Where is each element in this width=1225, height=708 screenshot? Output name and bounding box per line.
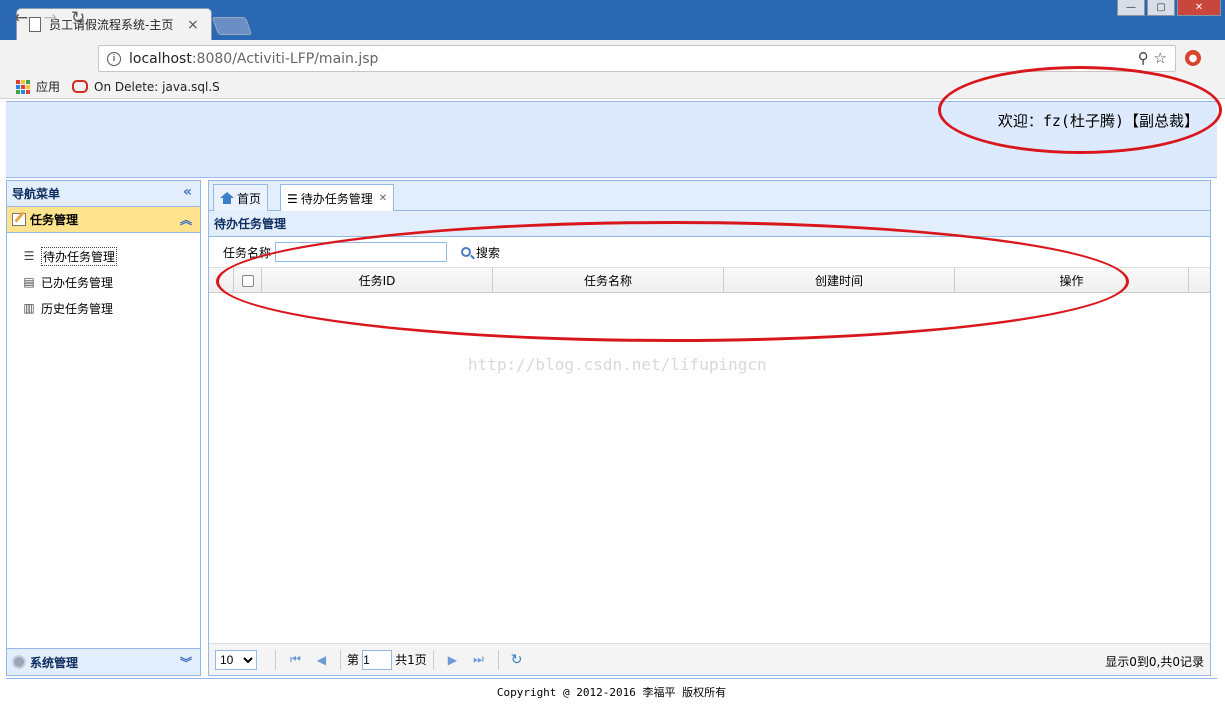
column-header-actions[interactable]: 操作 — [955, 268, 1189, 293]
page-number-input[interactable] — [362, 649, 393, 670]
collapse-left-icon[interactable]: « — [183, 184, 192, 200]
tab-pending-tasks[interactable]: ☰ 待办任务管理 ✕ — [280, 184, 395, 212]
menu-item-history-tasks[interactable]: ▥ 历史任务管理 — [21, 295, 200, 321]
browser-tab-title: 员工请假流程系统-主页 — [49, 18, 174, 32]
divider — [432, 649, 434, 670]
page-prefix: 第 — [347, 653, 360, 667]
url-path: :8080/Activiti-LFP/main.jsp — [191, 50, 379, 67]
history-icon: ▥ — [23, 301, 35, 315]
info-icon[interactable]: i — [107, 51, 121, 66]
tab-close-icon[interactable]: × — [187, 17, 199, 33]
menu-item-pending-tasks[interactable]: ☰ 待办任务管理 — [21, 243, 200, 269]
accordion-title: 系统管理 — [30, 655, 79, 670]
apps-grid-icon[interactable] — [16, 79, 30, 94]
menu-item-label: 待办任务管理 — [41, 246, 118, 266]
tab-label: 首页 — [237, 191, 262, 206]
reload-icon[interactable]: ↻ — [71, 8, 85, 28]
checklist-icon: ☰ — [23, 249, 35, 263]
bookmark-apps[interactable]: 应用 — [36, 78, 60, 95]
select-all-checkbox[interactable] — [241, 274, 254, 287]
watermark: http://blog.csdn.net/lifupingcn — [468, 355, 767, 374]
bookmarks-bar: 应用 On Delete: java.sql.S — [0, 75, 1225, 99]
task-name-input[interactable] — [275, 242, 448, 262]
expand-down-icon[interactable]: ︾ — [180, 654, 192, 671]
gear-icon — [12, 655, 26, 669]
search-toolbar: 任务名称 搜索 — [209, 238, 1210, 266]
browser-titlebar: 员工请假流程系统-主页 × — ▢ ✕ — [0, 0, 1225, 40]
column-header-task-id[interactable]: 任务ID — [262, 268, 493, 293]
main-panel: 首页 ☰ 待办任务管理 ✕ 待办任务管理 任务名称 搜索 任务ID 任务名称 创… — [208, 180, 1211, 676]
nav-panel-title: 导航菜单 — [12, 187, 61, 201]
collapse-up-icon[interactable]: ︽ — [180, 211, 192, 228]
nav-panel-header: 导航菜单 « — [7, 181, 200, 207]
select-all-cell — [234, 268, 262, 293]
tab-home[interactable]: 首页 — [213, 184, 269, 211]
menu-item-label: 已办任务管理 — [41, 275, 114, 290]
home-icon — [220, 192, 234, 204]
address-bar[interactable]: i localhost :8080/Activiti-LFP/main.jsp … — [98, 45, 1176, 72]
document-icon — [29, 17, 41, 32]
accordion-system-management[interactable]: 系统管理 ︾ — [7, 648, 200, 675]
bookmark-on-delete[interactable]: On Delete: java.sql.S — [94, 80, 220, 94]
column-header-created-time[interactable]: 创建时间 — [724, 268, 955, 293]
divider — [275, 649, 276, 670]
url-host: localhost — [129, 50, 192, 67]
menu-item-completed-tasks[interactable]: ▤ 已办任务管理 — [21, 269, 200, 295]
tabs-bar: 首页 ☰ 待办任务管理 ✕ — [209, 181, 1210, 212]
divider — [497, 649, 499, 670]
prev-page-icon[interactable]: ◀ — [317, 653, 326, 667]
footer: Copyright @ 2012-2016 李福平 版权所有 — [6, 678, 1217, 702]
grid-header: 任务ID 任务名称 创建时间 操作 — [209, 267, 1210, 293]
search-button-label: 搜索 — [476, 245, 501, 260]
accordion-title: 任务管理 — [30, 213, 79, 227]
last-page-icon[interactable]: ⏭ — [473, 652, 484, 667]
page-total: 共1页 — [395, 653, 427, 667]
window-controls: — ▢ ✕ — [1117, 0, 1221, 16]
page-size-select[interactable]: 10 — [215, 649, 257, 670]
window-close-button[interactable]: ✕ — [1177, 0, 1221, 16]
app-header: 欢迎：fz(杜子腾)【副总裁】 — [6, 101, 1217, 178]
forward-arrow-icon[interactable]: → — [43, 8, 57, 28]
maximize-button[interactable]: ▢ — [1147, 0, 1175, 16]
extension-icon[interactable]: ● — [1185, 50, 1201, 66]
nav-panel: 导航菜单 « 任务管理 ︽ ☰ 待办任务管理 ▤ 已办任务管理 ▥ 历史任务管理… — [6, 180, 201, 676]
document-icon: ▤ — [23, 275, 35, 289]
tab-close-icon[interactable]: ✕ — [379, 193, 387, 204]
search-icon — [461, 247, 472, 257]
row-number-header — [209, 268, 234, 293]
bookmark-star-icon[interactable]: ⚲ ☆ — [1138, 49, 1167, 67]
next-page-icon[interactable]: ▶ — [448, 653, 457, 667]
divider — [340, 649, 342, 670]
search-button[interactable]: 搜索 — [461, 244, 500, 261]
oracle-icon — [72, 80, 89, 93]
checklist-icon: ☰ — [287, 191, 298, 206]
tab-label: 待办任务管理 — [300, 192, 373, 206]
first-page-icon[interactable]: ⏮ — [290, 652, 301, 667]
grid-title: 待办任务管理 — [209, 211, 1210, 237]
minimize-button[interactable]: — — [1117, 0, 1145, 16]
pagination-info: 显示0到0,共0记录 — [1105, 655, 1204, 669]
pagination-bar: 10 ⏮ ◀ 第 共1页 ▶ ⏭ ↻ 显示0到0,共0记录 — [209, 643, 1210, 675]
new-tab-button[interactable] — [211, 17, 253, 35]
edit-icon — [12, 213, 26, 226]
task-menu: ☰ 待办任务管理 ▤ 已办任务管理 ▥ 历史任务管理 — [7, 233, 200, 321]
refresh-icon[interactable]: ↻ — [511, 652, 523, 668]
back-arrow-icon[interactable]: ← — [14, 8, 28, 28]
welcome-text: 欢迎：fz(杜子腾)【副总裁】 — [997, 112, 1199, 130]
column-header-task-name[interactable]: 任务名称 — [493, 268, 724, 293]
accordion-task-management[interactable]: 任务管理 ︽ — [7, 207, 200, 233]
menu-item-label: 历史任务管理 — [41, 301, 114, 316]
search-label: 任务名称 — [223, 245, 272, 260]
